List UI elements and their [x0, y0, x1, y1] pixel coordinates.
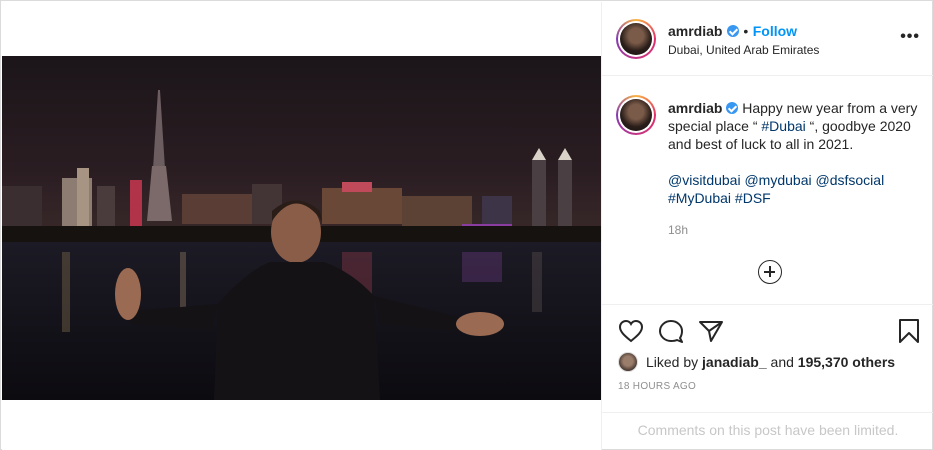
hashtag-link[interactable]: #MyDubai — [668, 190, 731, 206]
likes-count-link[interactable]: 195,370 others — [798, 354, 895, 370]
comments-limited-notice: Comments on this post have been limited. — [602, 412, 933, 450]
caption-area: amrdiab Happy new year from a very speci… — [602, 76, 933, 304]
hashtag-link[interactable]: #DSF — [735, 190, 771, 206]
follow-button[interactable]: Follow — [753, 23, 797, 39]
liker-username[interactable]: janadiab_ — [702, 354, 767, 370]
comment-icon[interactable] — [658, 319, 684, 343]
post-actions: Liked by janadiab_ and 195,370 others 18… — [602, 304, 933, 412]
post-side-panel: amrdiab • Follow Dubai, United Arab Emir… — [601, 2, 933, 450]
verified-icon — [726, 102, 739, 114]
heart-icon[interactable] — [618, 319, 644, 343]
post-photo[interactable] — [2, 56, 601, 400]
likes-conjunction: and — [770, 354, 794, 370]
liker-avatar[interactable] — [618, 352, 638, 372]
caption-username[interactable]: amrdiab — [668, 100, 722, 116]
mention-link[interactable]: @mydubai — [744, 172, 811, 188]
verified-icon — [726, 25, 739, 37]
post-header: amrdiab • Follow Dubai, United Arab Emir… — [602, 2, 933, 76]
likes-prefix: Liked by — [646, 354, 699, 370]
header-username[interactable]: amrdiab — [668, 23, 722, 39]
bookmark-icon[interactable] — [898, 318, 920, 344]
post-timestamp[interactable]: 18 HOURS AGO — [618, 381, 696, 392]
avatar[interactable] — [616, 19, 656, 59]
caption-text: amrdiab Happy new year from a very speci… — [668, 99, 918, 207]
location-link[interactable]: Dubai, United Arab Emirates — [668, 43, 819, 57]
hashtag-link[interactable]: #Dubai — [761, 118, 805, 134]
mention-link[interactable]: @dsfsocial — [816, 172, 885, 188]
caption-time[interactable]: 18h — [668, 223, 688, 237]
add-comment-icon[interactable] — [758, 260, 782, 284]
photo-dubai-night — [2, 56, 601, 400]
share-icon[interactable] — [698, 319, 724, 343]
post-frame: amrdiab • Follow Dubai, United Arab Emir… — [0, 0, 933, 450]
separator-dot: • — [743, 23, 749, 39]
more-options-button[interactable]: ••• — [900, 28, 920, 46]
mention-link[interactable]: @visitdubai — [668, 172, 741, 188]
post-media — [2, 2, 601, 450]
caption-avatar[interactable] — [616, 95, 656, 135]
